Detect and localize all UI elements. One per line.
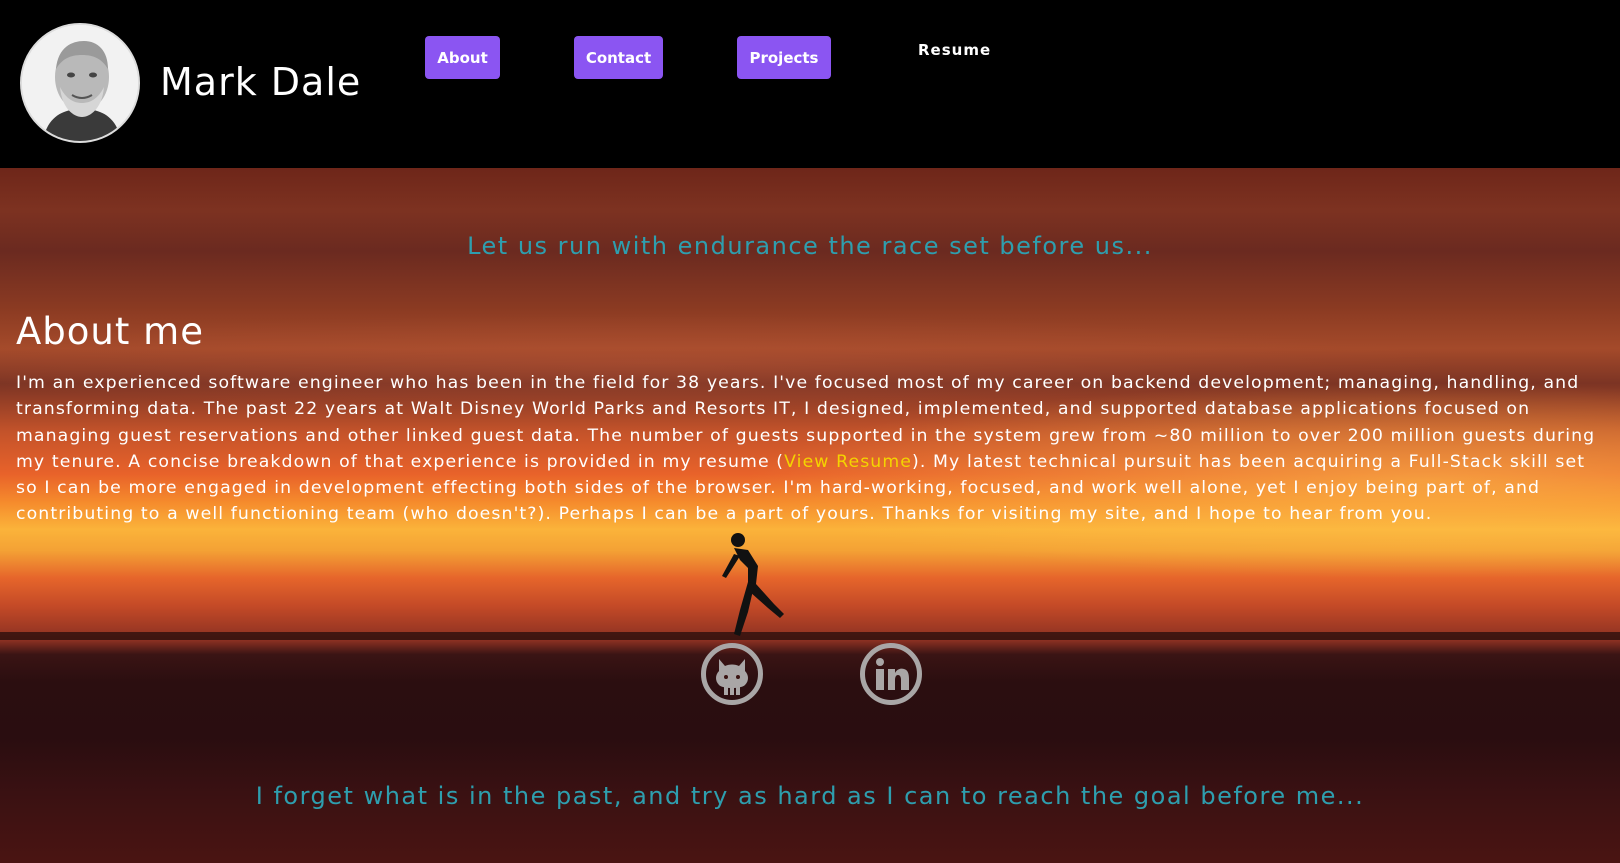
quote-bottom: I forget what is in the past, and try as… — [255, 782, 1365, 810]
site-header: Mark Dale About Contact Projects Resume — [0, 0, 1620, 168]
about-heading: About me — [16, 310, 204, 353]
linkedin-icon — [876, 658, 909, 690]
linkedin-link[interactable] — [860, 643, 922, 705]
nav-about-button[interactable]: About — [425, 36, 500, 79]
about-paragraph: I'm an experienced software engineer who… — [16, 370, 1606, 528]
nav-resume-link[interactable]: Resume — [918, 41, 991, 59]
view-resume-link[interactable]: View Resume — [784, 452, 912, 472]
portrait-image — [22, 25, 138, 141]
nav-projects-button[interactable]: Projects — [737, 36, 831, 79]
quote-top: Let us run with endurance the race set b… — [467, 232, 1153, 260]
site-title: Mark Dale — [160, 60, 362, 104]
runner-silhouette — [722, 533, 784, 636]
avatar — [20, 23, 140, 143]
github-icon — [716, 659, 748, 695]
nav-contact-button[interactable]: Contact — [574, 36, 663, 79]
github-link[interactable] — [701, 643, 763, 705]
horizon-line — [0, 632, 1620, 640]
